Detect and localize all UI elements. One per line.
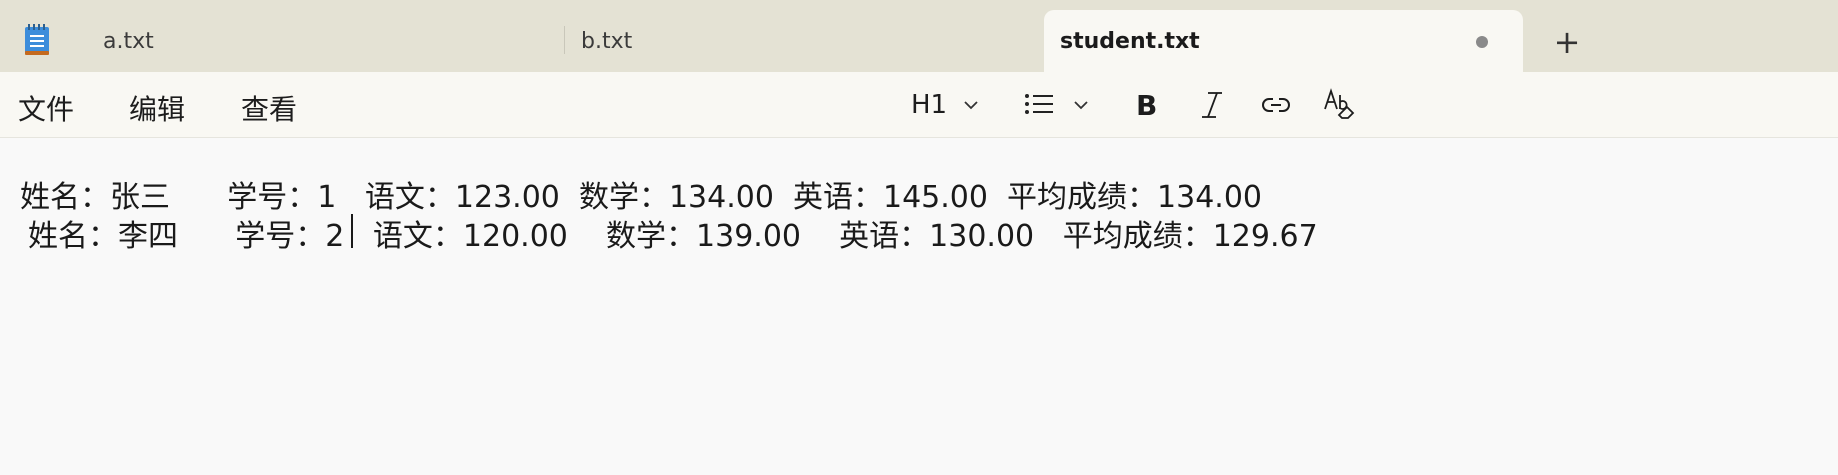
heading-dropdown[interactable]: H1 (911, 86, 981, 124)
tab-label: b.txt (581, 29, 633, 54)
tab-label: a.txt (103, 29, 154, 54)
tab-student-txt[interactable]: student.txt (1044, 10, 1523, 72)
notepad-window: a.txt b.txt student.txt + 文件 编辑 查看 H1 B … (0, 0, 1838, 475)
heading-label: H1 (911, 90, 948, 120)
menu-bar: 文件 编辑 查看 H1 B (0, 72, 1838, 138)
text-editor[interactable]: 姓名：张三 学号：1 语文：123.00 数学：134.00 英语：145.00… (0, 138, 1838, 475)
unsaved-indicator-icon[interactable] (1476, 36, 1488, 48)
italic-icon (1202, 92, 1222, 118)
notepad-app-icon (25, 24, 49, 55)
list-dropdown[interactable] (1024, 86, 1094, 124)
clear-formatting-icon (1324, 88, 1355, 119)
document-line: 姓名：张三 学号：1 语文：123.00 数学：134.00 英语：145.00… (20, 180, 1263, 215)
document-line: 姓名：李四 学号：2 语文：120.00 数学：139.00 英语：130.00… (28, 219, 1318, 254)
new-tab-button[interactable]: + (1545, 22, 1589, 62)
clear-formatting-button[interactable] (1323, 86, 1357, 124)
bold-button[interactable]: B (1134, 86, 1164, 124)
italic-button[interactable] (1198, 86, 1228, 124)
link-icon (1262, 98, 1290, 112)
svg-text:B: B (1136, 89, 1157, 121)
link-button[interactable] (1260, 86, 1292, 124)
list-icon (1025, 94, 1053, 114)
menu-file[interactable]: 文件 (18, 88, 74, 128)
bold-icon: B (1136, 89, 1157, 121)
tab-b-txt[interactable]: b.txt (565, 10, 1043, 72)
tab-bar: a.txt b.txt student.txt + (0, 0, 1838, 72)
tab-label: student.txt (1060, 29, 1200, 54)
chevron-down-icon (964, 101, 978, 110)
menu-edit[interactable]: 编辑 (129, 88, 185, 128)
chevron-down-icon (1074, 101, 1088, 110)
menu-view[interactable]: 查看 (241, 88, 297, 128)
text-caret (351, 214, 353, 248)
tab-a-txt[interactable]: a.txt (82, 10, 562, 72)
